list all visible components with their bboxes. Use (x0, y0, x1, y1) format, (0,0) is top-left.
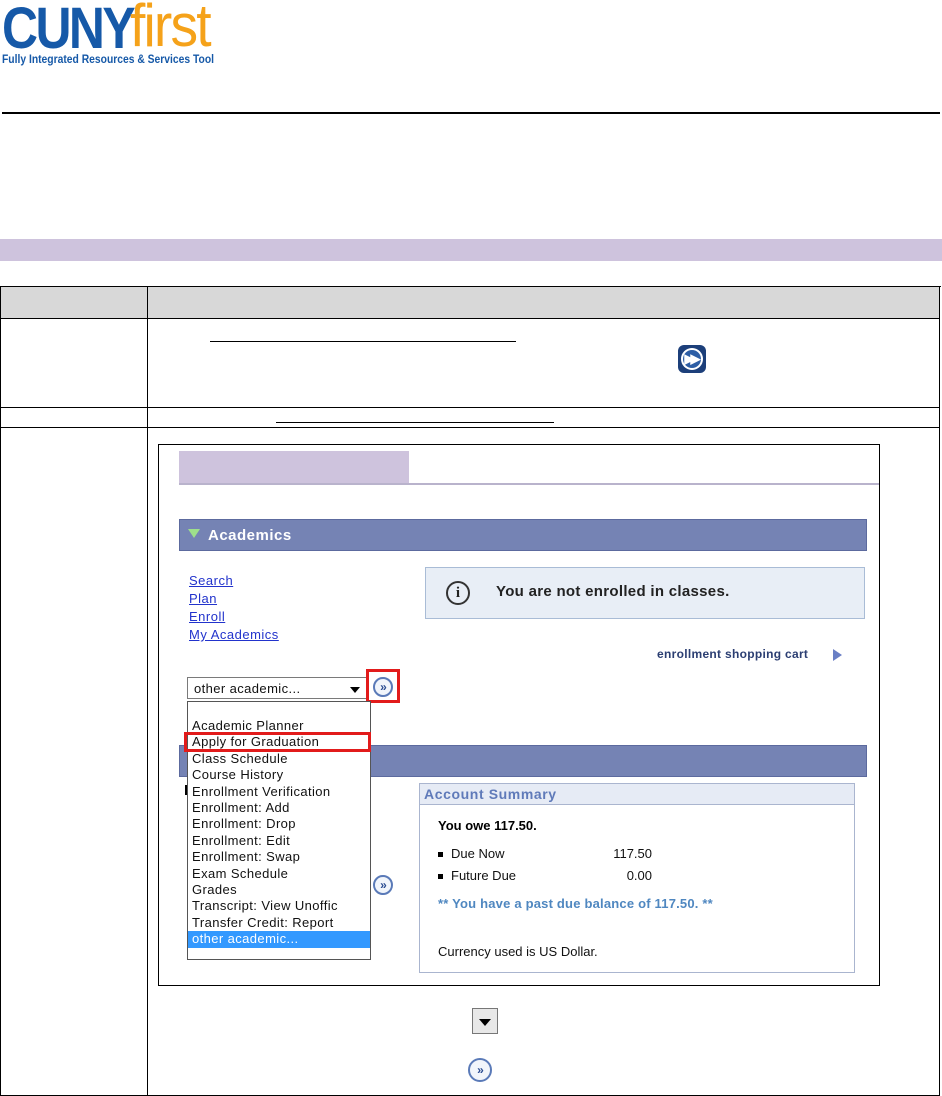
apply-for-graduation-highlight (184, 732, 371, 752)
dropdown-option[interactable]: Transcript: View Unoffic (188, 898, 370, 914)
account-summary-panel: Account Summary You owe 117.50. Due Now … (419, 783, 855, 973)
table-header-action (148, 287, 940, 319)
dropdown-option[interactable]: Course History (188, 767, 370, 783)
table-row-2-step (1, 408, 148, 428)
bullet-icon (438, 874, 443, 880)
logo-first-text: first (130, 0, 212, 59)
due-now-amount: 117.50 (613, 846, 652, 861)
link-enroll[interactable]: Enroll (189, 609, 225, 624)
dropdown-option[interactable]: Enrollment: Add (188, 800, 370, 816)
dropdown-option[interactable]: Enrollment: Drop (188, 816, 370, 832)
link-plan[interactable]: Plan (189, 591, 217, 606)
account-summary-header: Account Summary (420, 784, 854, 805)
logo-cuny-text: CUNY (2, 0, 136, 61)
go-button-icon: » (468, 1058, 492, 1082)
currency-note: Currency used is US Dollar. (438, 944, 598, 959)
go-button-secondary[interactable]: » (373, 875, 393, 895)
select-current-value: other academic... (194, 681, 301, 696)
dropdown-option[interactable]: Exam Schedule (188, 866, 370, 882)
dropdown-option[interactable]: Enrollment Verification (188, 784, 370, 800)
dropdown-option[interactable]: Enrollment: Swap (188, 849, 370, 865)
table-header-step (1, 287, 148, 319)
dropdown-option[interactable]: Class Schedule (188, 751, 370, 767)
link-search[interactable]: Search (189, 573, 233, 588)
dropdown-option-selected[interactable]: other academic... (188, 931, 370, 948)
dropdown-arrow-icon (472, 1008, 498, 1034)
page-tab (179, 451, 409, 483)
due-now-row: Due Now (438, 846, 504, 861)
enrollment-info-box: i You are not enrolled in classes. (425, 567, 865, 619)
future-due-label: Future Due (451, 868, 517, 883)
cunyfirst-logo: CUNY first Fully Integrated Resources & … (2, 0, 242, 70)
cart-arrow-icon[interactable] (833, 649, 842, 661)
table-row-1-action: ▶▶ (148, 319, 940, 408)
account-summary-title: Account Summary (424, 786, 557, 802)
logo-tagline: Fully Integrated Resources & Services To… (2, 52, 215, 66)
underlined-text-placeholder (210, 341, 516, 342)
fast-forward-button-icon: ▶▶ (678, 345, 706, 373)
future-due-amount: 0.00 (626, 868, 652, 883)
bullet-icon (438, 852, 443, 858)
section-heading-band (0, 239, 942, 261)
tab-underline (179, 483, 879, 485)
table-row-2-action (148, 408, 940, 428)
dropdown-option[interactable]: Enrollment: Edit (188, 833, 370, 849)
underlined-text-placeholder (276, 422, 554, 423)
academics-pagelet-header[interactable]: Academics (179, 519, 867, 551)
header-rule (2, 112, 940, 114)
info-icon: i (446, 581, 470, 605)
table-row-3-step (1, 428, 148, 1096)
link-my-academics[interactable]: My Academics (189, 627, 279, 642)
chevron-down-icon[interactable] (350, 687, 360, 693)
other-academic-select[interactable]: other academic... (187, 677, 367, 699)
past-due-warning: ** You have a past due balance of 117.50… (438, 896, 713, 911)
expand-triangle-icon[interactable] (188, 529, 200, 538)
enrollment-shopping-cart-link[interactable]: enrollment shopping cart (657, 647, 808, 661)
dropdown-option[interactable]: Transfer Credit: Report (188, 915, 370, 931)
go-button-highlight (366, 669, 400, 703)
due-now-label: Due Now (451, 846, 505, 861)
academics-title: Academics (208, 527, 292, 544)
future-due-row: Future Due (438, 868, 516, 883)
table-row-1-step (1, 319, 148, 408)
student-center-screenshot: Academics Search Plan Enroll My Academic… (158, 444, 880, 986)
info-message: You are not enrolled in classes. (496, 583, 730, 600)
amount-owed: You owe 117.50. (438, 818, 537, 833)
dropdown-option[interactable]: Grades (188, 882, 370, 898)
